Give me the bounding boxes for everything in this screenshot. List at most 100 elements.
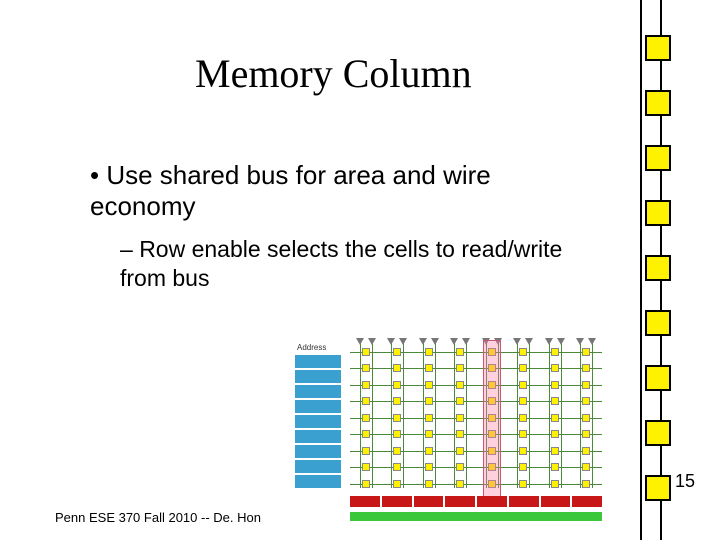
sense-amps xyxy=(350,496,602,507)
memory-cell xyxy=(456,430,464,438)
memory-cell xyxy=(519,364,527,372)
bitline xyxy=(403,340,404,488)
wordline xyxy=(350,401,602,402)
arrow-icon xyxy=(462,338,470,345)
memory-cell xyxy=(582,348,590,356)
memory-cell xyxy=(393,447,401,455)
memory-cell xyxy=(393,463,401,471)
memory-cell xyxy=(456,364,464,372)
wordline xyxy=(350,467,602,468)
bitline xyxy=(391,340,392,488)
memory-cell xyxy=(551,430,559,438)
bitline xyxy=(360,340,361,488)
memory-cell xyxy=(519,381,527,389)
memory-cell xyxy=(362,364,370,372)
memory-array-diagram: Address xyxy=(295,325,610,525)
arrow-icon xyxy=(387,338,395,345)
memory-cell xyxy=(645,200,671,226)
sub-bullet: Row enable selects the cells to read/wri… xyxy=(120,235,570,293)
memory-cell xyxy=(645,420,671,446)
memory-cell xyxy=(519,348,527,356)
memory-cell xyxy=(519,397,527,405)
memory-cell xyxy=(362,480,370,488)
bus-wire xyxy=(640,0,642,540)
wordline xyxy=(350,368,602,369)
arrow-icon xyxy=(545,338,553,345)
memory-cell xyxy=(425,480,433,488)
memory-cell xyxy=(425,463,433,471)
wordline xyxy=(350,484,602,485)
memory-cell xyxy=(551,414,559,422)
data-bus xyxy=(350,512,602,521)
slide-title: Memory Column xyxy=(195,50,472,97)
wordline xyxy=(350,352,602,353)
decoder-row xyxy=(295,460,341,473)
bitline xyxy=(423,340,424,488)
memory-cell xyxy=(456,414,464,422)
memory-cell xyxy=(519,430,527,438)
arrow-icon xyxy=(557,338,565,345)
footer-text: Penn ESE 370 Fall 2010 -- De. Hon xyxy=(55,510,261,525)
memory-cell xyxy=(425,381,433,389)
memory-cell xyxy=(456,397,464,405)
arrow-icon xyxy=(356,338,364,345)
bitline xyxy=(454,340,455,488)
memory-cell xyxy=(551,364,559,372)
memory-cell xyxy=(519,463,527,471)
memory-cell xyxy=(582,414,590,422)
bitline xyxy=(549,340,550,488)
arrow-icon xyxy=(419,338,427,345)
sense-amp xyxy=(541,496,571,507)
memory-cell xyxy=(582,381,590,389)
memory-cell xyxy=(362,447,370,455)
arrow-icon xyxy=(431,338,439,345)
arrow-icon xyxy=(368,338,376,345)
memory-cell xyxy=(551,463,559,471)
memory-cell xyxy=(393,348,401,356)
memory-cell xyxy=(582,447,590,455)
bitline xyxy=(466,340,467,488)
memory-cell xyxy=(551,447,559,455)
sense-amp xyxy=(382,496,412,507)
memory-cell xyxy=(456,381,464,389)
wordline xyxy=(350,434,602,435)
memory-cell xyxy=(425,397,433,405)
memory-cell xyxy=(582,463,590,471)
memory-cell xyxy=(456,447,464,455)
memory-cell xyxy=(519,480,527,488)
wordline xyxy=(350,385,602,386)
memory-cell xyxy=(645,475,671,501)
memory-cell xyxy=(551,480,559,488)
memory-cell xyxy=(362,414,370,422)
wordline xyxy=(350,418,602,419)
address-label: Address xyxy=(297,343,326,352)
memory-cell xyxy=(645,310,671,336)
bitline xyxy=(372,340,373,488)
memory-cell xyxy=(362,430,370,438)
memory-cell xyxy=(393,480,401,488)
bitline xyxy=(592,340,593,488)
memory-cell xyxy=(362,348,370,356)
memory-cell xyxy=(551,381,559,389)
sense-amp xyxy=(572,496,602,507)
arrow-icon xyxy=(513,338,521,345)
decoder-row xyxy=(295,475,341,488)
arrow-icon xyxy=(525,338,533,345)
bitline xyxy=(529,340,530,488)
memory-cell xyxy=(519,414,527,422)
memory-cell xyxy=(393,364,401,372)
sense-amp xyxy=(477,496,507,507)
memory-cell xyxy=(456,348,464,356)
row-decoder xyxy=(295,355,343,490)
memory-cell xyxy=(393,381,401,389)
decoder-row xyxy=(295,385,341,398)
arrow-icon xyxy=(450,338,458,345)
memory-cell xyxy=(362,381,370,389)
memory-cell xyxy=(425,348,433,356)
decoder-row xyxy=(295,430,341,443)
decoder-row xyxy=(295,445,341,458)
arrow-icon xyxy=(576,338,584,345)
sense-amp xyxy=(509,496,539,507)
highlighted-column xyxy=(483,340,501,505)
memory-cell xyxy=(393,397,401,405)
